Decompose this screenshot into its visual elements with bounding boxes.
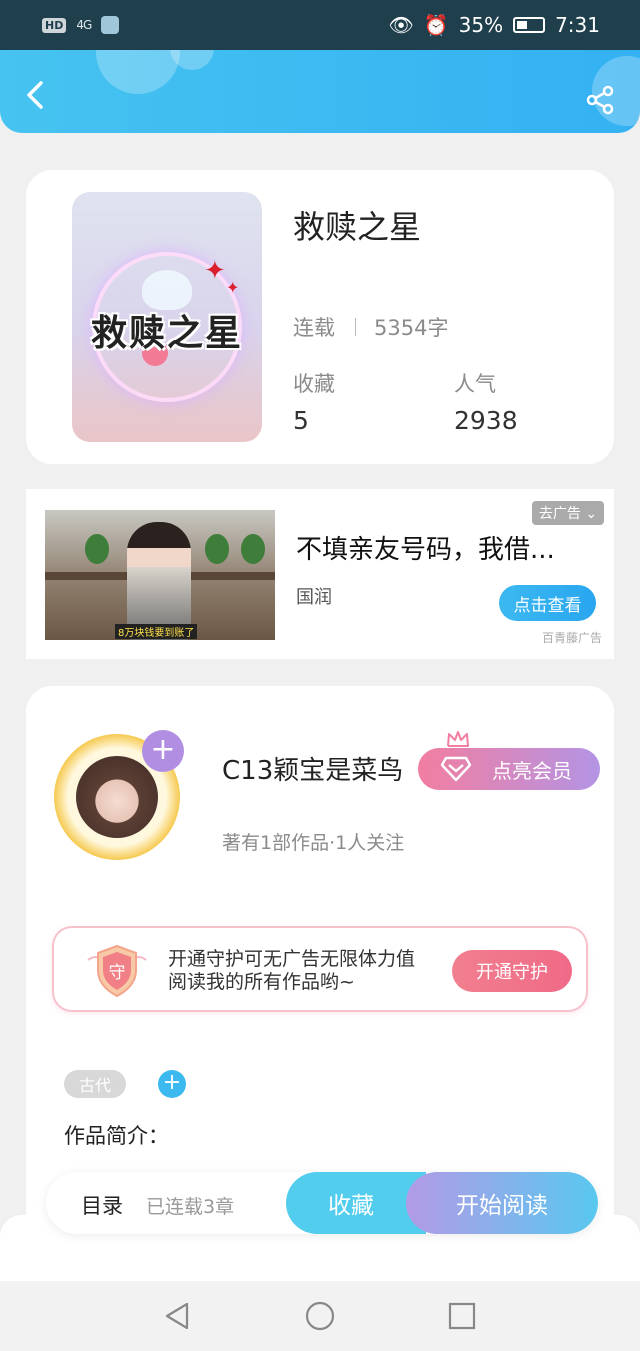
guard-icon-char: 守 xyxy=(109,963,126,983)
ad-source: 百青藤广告 xyxy=(541,631,602,645)
app-notification-icon xyxy=(101,16,120,34)
ad-view-button[interactable]: 点击查看 xyxy=(499,585,596,621)
cover-title-art: 救赎之星 xyxy=(90,312,243,354)
status-right: 👁 ⏰ 35% 7:31 xyxy=(388,13,600,37)
decor-bubble xyxy=(96,50,180,94)
favorite-button[interactable]: 收藏 xyxy=(286,1172,426,1234)
eye-icon: 👁 xyxy=(388,13,414,37)
ad-banner[interactable]: 8万块钱要到账了 去广告 ⌄ 不填亲友号码，我借... 国润 点击查看 百青藤广… xyxy=(26,489,614,659)
decor-plant xyxy=(241,534,265,564)
sparkle-icon: ✦ xyxy=(204,256,226,286)
book-info-card: ✦ ✦ 救赎之星 救赎之星 连载 5354字 收藏 5 人气 2938 xyxy=(26,170,614,464)
status-bar: HD 4G 👁 ⏰ 35% 7:31 xyxy=(0,0,640,50)
intro-label: 作品简介： xyxy=(64,1124,169,1148)
add-tag-icon[interactable]: + xyxy=(158,1070,186,1098)
author-name: C13颖宝是菜鸟 xyxy=(222,756,404,786)
vip-button[interactable]: 点亮会员 xyxy=(418,748,600,790)
ad-person xyxy=(127,522,191,640)
divider xyxy=(355,318,356,336)
top-bar xyxy=(0,50,640,133)
battery-percent: 35% xyxy=(458,13,504,37)
start-reading-button[interactable]: 开始阅读 xyxy=(406,1172,598,1234)
sparkle-icon: ✦ xyxy=(226,278,240,297)
crown-icon xyxy=(447,731,469,747)
status-left: HD 4G xyxy=(42,16,120,34)
guard-button[interactable]: 开通守护 xyxy=(452,950,572,992)
popularity-label: 人气 xyxy=(454,372,496,396)
plus-icon[interactable]: + xyxy=(142,730,184,772)
decor-plant xyxy=(85,534,109,564)
popularity-value: 2938 xyxy=(454,406,518,435)
ad-brand: 国润 xyxy=(296,587,332,608)
book-status-row: 连载 5354字 xyxy=(293,312,448,342)
guard-promo: 守 开通守护可无广告无限体力值阅读我的所有作品哟~ 开通守护 xyxy=(52,926,588,1012)
back-icon[interactable] xyxy=(22,80,52,110)
action-bar: 目录 已连载3章 收藏 开始阅读 xyxy=(46,1172,598,1234)
book-title: 救赎之星 xyxy=(293,208,422,246)
remove-ad-button[interactable]: 去广告 ⌄ xyxy=(532,501,604,525)
vip-button-label: 点亮会员 xyxy=(492,758,572,783)
genre-tag[interactable]: 古代 xyxy=(64,1070,126,1098)
nav-home-icon[interactable] xyxy=(305,1301,335,1331)
ad-image[interactable]: 8万块钱要到账了 xyxy=(45,510,275,640)
hd-badge: HD xyxy=(42,17,67,33)
share-icon[interactable] xyxy=(584,84,616,116)
serial-status: 连载 xyxy=(293,316,335,340)
gem-icon xyxy=(440,756,472,782)
ad-image-caption: 8万块钱要到账了 xyxy=(115,624,198,639)
nav-back-icon[interactable] xyxy=(163,1301,193,1331)
system-nav-bar xyxy=(0,1281,640,1351)
chapter-count: 已连载3章 xyxy=(146,1196,235,1218)
favorites-label: 收藏 xyxy=(293,372,335,396)
decor-plant xyxy=(205,534,229,564)
toc-button[interactable]: 目录 xyxy=(81,1190,123,1220)
clock: 7:31 xyxy=(555,13,600,37)
signal-icon: 4G xyxy=(76,18,92,32)
battery-icon xyxy=(513,17,546,33)
author-meta: 著有1部作品·1人关注 xyxy=(222,832,405,854)
alarm-icon: ⏰ xyxy=(423,13,449,37)
guard-text: 开通守护可无广告无限体力值阅读我的所有作品哟~ xyxy=(168,948,416,993)
word-count: 5354字 xyxy=(374,316,449,340)
favorites-value: 5 xyxy=(293,406,309,435)
avatar-face xyxy=(76,756,158,838)
shield-icon: 守 xyxy=(87,944,147,998)
ad-title: 不填亲友号码，我借... xyxy=(296,535,555,565)
book-cover[interactable]: ✦ ✦ 救赎之星 xyxy=(72,192,262,442)
nav-recent-icon[interactable] xyxy=(447,1301,477,1331)
